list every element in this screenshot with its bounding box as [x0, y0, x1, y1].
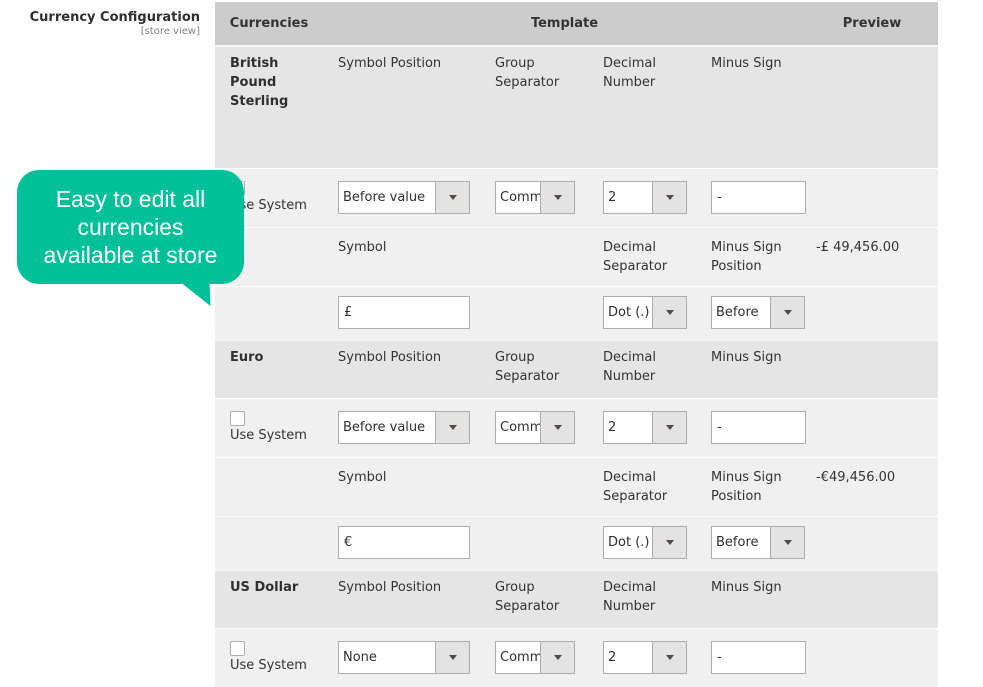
- symbol-position-select[interactable]: Before value: [338, 181, 470, 214]
- use-system-control[interactable]: Use System: [230, 640, 323, 675]
- chevron-down-icon[interactable]: [652, 297, 686, 329]
- decimal-separator-select[interactable]: Dot (.): [603, 526, 687, 560]
- currency-control-row: Use System None Comma 2: [215, 627, 939, 687]
- callout-text-line: Easy to edit all: [55, 186, 206, 212]
- label-minus-sign-position: Minus Sign Position: [696, 456, 807, 516]
- minus-sign-position-select[interactable]: Before: [711, 526, 805, 560]
- currency-label-row: British Pound Sterling Symbol Position G…: [215, 45, 939, 168]
- chevron-down-icon[interactable]: [435, 412, 469, 443]
- decimal-number-select[interactable]: 2: [603, 411, 687, 444]
- label-decimal-separator: Decimal Separator: [588, 456, 696, 516]
- scope-label: [store view]: [140, 26, 200, 37]
- use-system-control[interactable]: Use System: [230, 410, 323, 445]
- preview-value: -€49,456.00: [806, 456, 939, 516]
- currency-name: British Pound Sterling: [215, 45, 323, 168]
- callout-text-line: currencies: [77, 214, 184, 240]
- label-group-separator: Group Separator: [480, 45, 588, 168]
- minus-sign-input[interactable]: -: [711, 641, 806, 675]
- section-label: Currency Configuration [store view]: [0, 9, 200, 38]
- label-decimal-number: Decimal Number: [588, 339, 696, 398]
- header-currencies: Currencies: [215, 2, 323, 46]
- label-group-separator: Group Separator: [480, 339, 588, 398]
- minus-sign-position-select[interactable]: Before: [711, 296, 805, 330]
- group-separator-select[interactable]: Comma: [495, 641, 575, 675]
- chevron-down-icon[interactable]: [652, 412, 686, 443]
- symbol-input[interactable]: £: [338, 296, 470, 330]
- currency-name: US Dollar: [215, 569, 323, 628]
- chevron-down-icon[interactable]: [540, 412, 574, 443]
- currency-config-table: Currencies Template Preview British Poun…: [215, 2, 939, 687]
- use-system-label: Use System: [230, 657, 307, 673]
- header-template: Template: [323, 2, 807, 46]
- label-symbol-position: Symbol Position: [323, 339, 480, 398]
- currency-sublabel-row: Symbol Decimal Separator Minus Sign Posi…: [215, 226, 939, 286]
- label-minus-sign: Minus Sign: [696, 569, 807, 628]
- label-minus-sign-position: Minus Sign Position: [696, 226, 807, 286]
- symbol-position-select[interactable]: Before value: [338, 411, 470, 444]
- preview-value: -£ 49,456.00: [806, 226, 939, 286]
- currency-control-row: Use System Before value Comma 2: [215, 397, 939, 457]
- chevron-down-icon[interactable]: [540, 182, 574, 213]
- label-minus-sign: Minus Sign: [696, 339, 807, 398]
- currency-label-row: Euro Symbol Position Group Separator Dec…: [215, 339, 939, 398]
- chevron-down-icon[interactable]: [770, 527, 804, 559]
- minus-sign-input[interactable]: -: [711, 181, 806, 214]
- chevron-down-icon[interactable]: [652, 527, 686, 559]
- table-header-row: Currencies Template Preview: [215, 2, 939, 46]
- group-separator-select[interactable]: Comma: [495, 181, 575, 214]
- group-separator-select[interactable]: Comma: [495, 411, 575, 444]
- decimal-number-select[interactable]: 2: [603, 641, 687, 675]
- chevron-down-icon[interactable]: [652, 642, 686, 674]
- decimal-number-select[interactable]: 2: [603, 181, 687, 214]
- chevron-down-icon[interactable]: [652, 182, 686, 213]
- currency-subcontrol-row: € Dot (.) Before: [215, 515, 939, 570]
- chevron-down-icon[interactable]: [435, 642, 469, 674]
- label-minus-sign: Minus Sign: [696, 45, 807, 168]
- label-symbol-position: Symbol Position: [323, 569, 480, 628]
- currency-subcontrol-row: £ Dot (.) Before: [215, 285, 939, 340]
- label-symbol-position: Symbol Position: [323, 45, 480, 168]
- decimal-separator-select[interactable]: Dot (.): [603, 296, 687, 330]
- minus-sign-input[interactable]: -: [711, 411, 806, 444]
- currency-control-row: Use System Before value Comma 2: [215, 167, 939, 227]
- label-decimal-separator: Decimal Separator: [588, 226, 696, 286]
- label-group-separator: Group Separator: [480, 569, 588, 628]
- use-system-checkbox[interactable]: [230, 410, 245, 426]
- chevron-down-icon[interactable]: [540, 642, 574, 674]
- callout-bubble: Easy to edit all currencies available at…: [17, 170, 244, 284]
- symbol-position-select[interactable]: None: [338, 641, 470, 675]
- callout-text-line: available at store: [43, 242, 218, 268]
- currency-label-row: US Dollar Symbol Position Group Separato…: [215, 569, 939, 628]
- label-symbol: Symbol: [323, 456, 480, 516]
- section-title: Currency Configuration: [29, 10, 200, 25]
- label-decimal-number: Decimal Number: [588, 45, 696, 168]
- use-system-checkbox[interactable]: [230, 640, 245, 656]
- chevron-down-icon[interactable]: [435, 182, 469, 213]
- use-system-label: Use System: [230, 427, 307, 443]
- label-symbol: Symbol: [323, 226, 480, 286]
- label-decimal-number: Decimal Number: [588, 569, 696, 628]
- header-preview: Preview: [806, 2, 939, 46]
- currency-sublabel-row: Symbol Decimal Separator Minus Sign Posi…: [215, 456, 939, 516]
- symbol-input[interactable]: €: [338, 526, 470, 560]
- currency-name: Euro: [215, 339, 323, 398]
- chevron-down-icon[interactable]: [770, 297, 804, 329]
